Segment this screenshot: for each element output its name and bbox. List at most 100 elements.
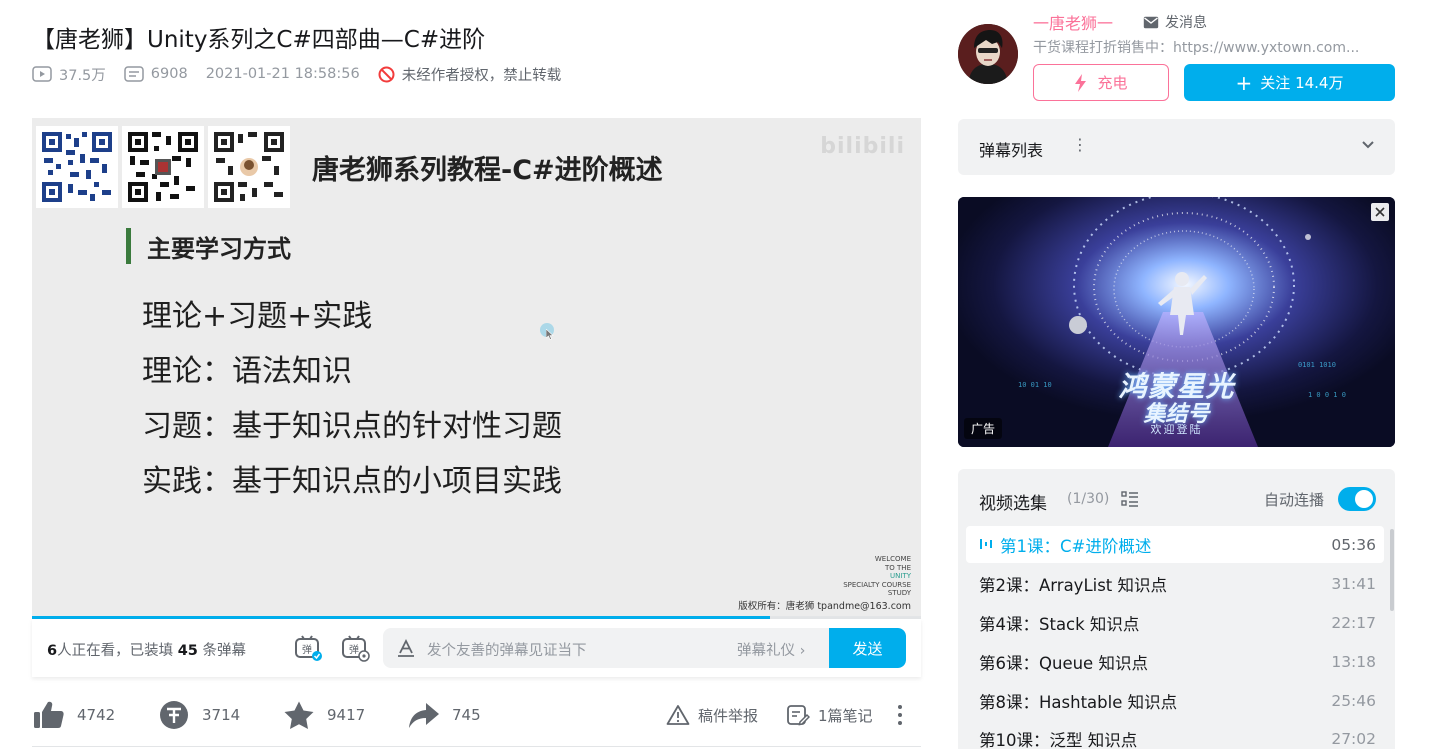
- qr-code-icon: [40, 130, 114, 204]
- copyright-notice: 未经作者授权，禁止转载: [378, 64, 561, 85]
- episode-item[interactable]: 第6课：Queue 知识点 13:18: [966, 643, 1384, 680]
- danmaku-list-more-icon[interactable]: ⋮: [1072, 135, 1088, 154]
- chevron-down-icon[interactable]: [1361, 140, 1375, 150]
- viewer-status: 6人正在看，已装填 45 条弹幕: [47, 639, 246, 660]
- slide-section-heading: 主要学习方式: [126, 228, 291, 264]
- favorite-count: 9417: [327, 706, 366, 724]
- favorite-button[interactable]: 9417: [283, 695, 365, 735]
- like-button[interactable]: 4742: [32, 695, 115, 735]
- episode-title: 第10课：泛型 知识点: [979, 730, 1138, 749]
- report-label: 稿件举报: [698, 706, 759, 725]
- ad-subtitle: 欢迎登陆: [1150, 423, 1203, 436]
- video-player[interactable]: 唐老狮系列教程-C#进阶概述 bilibili 主要学习方式 理论+习题+实践 …: [32, 118, 921, 619]
- mouse-cursor-icon: [546, 329, 554, 340]
- ad-tag: 广告: [964, 418, 1003, 439]
- welcome-line: UNITY: [890, 572, 911, 580]
- thumbs-up-icon: [34, 701, 64, 728]
- no-repost-icon: [378, 66, 395, 82]
- section-divider: [32, 746, 921, 747]
- charge-label: 充电: [1097, 74, 1128, 92]
- episode-item[interactable]: 第4课：Stack 知识点 22:17: [966, 604, 1384, 641]
- welcome-badge: WELCOME TO THE UNITY SPECIALTY COURSE ST…: [843, 555, 911, 598]
- danmaku-placeholder[interactable]: 发个友善的弹幕见证当下: [427, 639, 587, 660]
- video-title: 【唐老狮】Unity系列之C#四部曲—C#进阶: [32, 27, 486, 53]
- autoplay-toggle[interactable]: [1338, 487, 1376, 511]
- coin-icon: [160, 701, 188, 729]
- episode-item[interactable]: 第8课：Hashtable 知识点 25:46: [966, 682, 1384, 719]
- episode-item-active[interactable]: 第1课：C#进阶概述 05:36: [966, 526, 1384, 563]
- episode-title: 第2课：ArrayList 知识点: [979, 575, 1168, 595]
- loaded-count: 45: [177, 643, 198, 659]
- qr-code-image: [36, 126, 118, 208]
- send-danmaku-button[interactable]: 发送: [829, 628, 906, 668]
- danmaku-list-panel[interactable]: 弹幕列表 ⋮: [958, 119, 1395, 175]
- text-style-icon[interactable]: [396, 638, 416, 658]
- toggle-knob: [1355, 490, 1373, 508]
- svg-text:弹: 弹: [349, 643, 359, 656]
- star-icon: [284, 701, 314, 729]
- like-count: 4742: [77, 706, 116, 724]
- episode-item[interactable]: 第10课：泛型 知识点 27:02: [966, 720, 1384, 749]
- slide-copyright: 版权所有：唐老狮 tpandme@163.com: [738, 601, 911, 612]
- uploader-avatar[interactable]: [958, 24, 1018, 84]
- slide-line: 实践：基于知识点的小项目实践: [142, 464, 562, 499]
- share-button[interactable]: 745: [408, 695, 481, 735]
- danmaku-toggle-icon[interactable]: 弹: [293, 633, 323, 663]
- welcome-line: SPECIALTY COURSE: [843, 580, 911, 589]
- playlist-scrollbar[interactable]: [1390, 529, 1394, 611]
- episode-title: 第1课：C#进阶概述: [1000, 536, 1152, 556]
- danmaku-etiquette-link[interactable]: 弹幕礼仪 ›: [737, 639, 805, 660]
- episode-title: 第6课：Queue 知识点: [979, 653, 1148, 673]
- report-button[interactable]: 稿件举报: [666, 695, 758, 735]
- viewer-text: 人正在看，已装填: [57, 643, 178, 659]
- slide-lines: 理论+习题+实践 理论：语法知识 习题：基于知识点的针对性习题 实践：基于知识点…: [142, 294, 562, 514]
- welcome-line: TO THE: [885, 563, 911, 572]
- episode-item[interactable]: 第2课：ArrayList 知识点 31:41: [966, 565, 1384, 602]
- danmaku-count: 6908: [150, 66, 188, 82]
- warning-icon: [666, 705, 690, 725]
- follow-label: 关注 14.4万: [1260, 74, 1344, 92]
- more-actions-button[interactable]: [896, 695, 916, 735]
- charge-button[interactable]: 充电: [1033, 64, 1169, 101]
- welcome-line: STUDY: [887, 589, 911, 597]
- qr-code-image: [208, 126, 290, 208]
- video-playlist: 视频选集 (1/30) 自动连播 第1课：C#进阶概述 05:36 第2课：Ar…: [958, 469, 1395, 749]
- danmaku-bar: 6人正在看，已装填 45 条弹幕 弹 弹 发个友善的弹幕见证当下 弹幕礼仪 › …: [32, 619, 921, 677]
- coin-button[interactable]: 3714: [158, 695, 240, 735]
- qr-code-icon: [126, 130, 200, 204]
- slide-line: 理论+习题+实践: [142, 299, 373, 334]
- welcome-line: WELCOME: [874, 555, 911, 563]
- video-meta: 37.5万 6908 2021-01-21 18:58:56 未经作者授权，禁止…: [32, 63, 579, 85]
- ad-close-button[interactable]: [1371, 203, 1389, 221]
- coin-count: 3714: [202, 706, 241, 724]
- video-actions: 4742 3714 9417 745 稿件举报 1篇笔记: [32, 695, 921, 735]
- avatar-image-icon: [958, 24, 1018, 84]
- episode-duration: 13:18: [1331, 652, 1376, 671]
- uploader-name[interactable]: 一唐老狮一: [1033, 10, 1113, 34]
- pubdate: 2021-01-21 18:58:56: [205, 66, 360, 82]
- uploader-description: 干货课程打折销售中：https://www.yxtown.com...: [1033, 40, 1360, 56]
- send-message-button[interactable]: 发消息: [1143, 12, 1207, 32]
- danmaku-input[interactable]: 发个友善的弹幕见证当下 弹幕礼仪 › 发送: [383, 628, 906, 668]
- notes-label: 1篇笔记: [818, 706, 873, 725]
- slide-title: 唐老狮系列教程-C#进阶概述: [312, 155, 663, 186]
- lightning-icon: [1075, 73, 1087, 92]
- episode-duration: 05:36: [1331, 535, 1376, 554]
- play-count-icon: [32, 66, 52, 82]
- slide-line: 习题：基于知识点的针对性习题: [142, 409, 562, 444]
- playlist-title: 视频选集: [979, 494, 1047, 514]
- ad-banner[interactable]: 0101 1010 1 0 0 1 0 10 01 10 鸿蒙星光 集结号 欢迎…: [958, 197, 1395, 447]
- views-stat: 37.5万: [32, 64, 106, 85]
- follow-button[interactable]: + 关注 14.4万: [1184, 64, 1395, 101]
- autoplay-label: 自动连播: [1264, 491, 1325, 509]
- notes-button[interactable]: 1篇笔记: [786, 695, 873, 735]
- episode-title: 第4课：Stack 知识点: [979, 614, 1140, 634]
- share-count: 745: [452, 706, 481, 724]
- danmaku-settings-icon[interactable]: 弹: [340, 633, 370, 663]
- episode-duration: 31:41: [1331, 574, 1376, 593]
- list-view-icon[interactable]: [1121, 490, 1139, 508]
- episode-duration: 22:17: [1331, 613, 1376, 632]
- slide-line: 理论：语法知识: [142, 354, 352, 389]
- send-message-label: 发消息: [1165, 15, 1207, 31]
- svg-text:弹: 弹: [302, 643, 312, 656]
